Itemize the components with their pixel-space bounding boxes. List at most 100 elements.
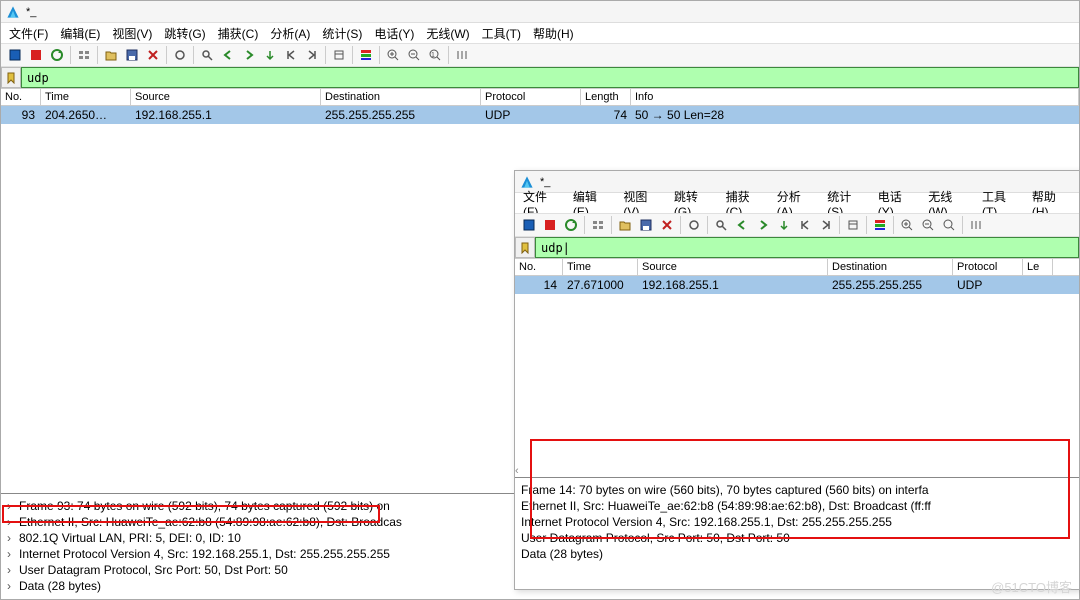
col-info[interactable]: Info	[631, 89, 1079, 105]
bookmark-icon[interactable]	[1, 67, 21, 88]
toolbar-zoom-in-icon[interactable]	[383, 45, 403, 65]
toolbar-stop-icon[interactable]	[26, 45, 46, 65]
toolbar-auto-scroll-icon[interactable]	[329, 45, 349, 65]
detail-data[interactable]: Data (28 bytes)	[19, 579, 101, 593]
toolbar-close-icon[interactable]	[657, 215, 677, 235]
menu-stats[interactable]: 统计(S)	[322, 25, 362, 42]
detail-udp[interactable]: User Datagram Protocol, Src Port: 50, Ds…	[19, 563, 288, 577]
col-time[interactable]: Time	[41, 89, 131, 105]
toolbar-start-icon[interactable]	[519, 215, 539, 235]
toolbar-restart-icon[interactable]	[47, 45, 67, 65]
menubar: 文件(F) 编辑(E) 视图(V) 跳转(G) 捕获(C) 分析(A) 统计(S…	[1, 23, 1079, 43]
menu-goto[interactable]: 跳转(G)	[164, 25, 205, 42]
toolbar-options-icon[interactable]	[588, 215, 608, 235]
col-dest[interactable]: Destination	[828, 259, 953, 275]
toolbar-save-icon[interactable]	[636, 215, 656, 235]
toolbar-auto-scroll-icon[interactable]	[843, 215, 863, 235]
detail-vlan[interactable]: 802.1Q Virtual LAN, PRI: 5, DEI: 0, ID: …	[19, 531, 241, 545]
toolbar-options-icon[interactable]	[74, 45, 94, 65]
menu-help[interactable]: 帮助(H)	[533, 25, 574, 42]
detail-eth[interactable]: Ethernet II, Src: HuaweiTe_ae:62:b8 (54:…	[19, 515, 402, 529]
menu-tools[interactable]: 工具(T)	[482, 25, 521, 42]
toolbar-colorize-icon[interactable]	[356, 45, 376, 65]
toolbar-resize-cols-icon[interactable]	[966, 215, 986, 235]
toolbar-colorize-icon[interactable]	[870, 215, 890, 235]
menu-analyze[interactable]: 分析(A)	[270, 25, 310, 42]
detail-frame[interactable]: Frame 93: 74 bytes on wire (592 bits), 7…	[19, 499, 390, 513]
toolbar-jump-icon[interactable]	[774, 215, 794, 235]
toolbar-open-icon[interactable]	[101, 45, 121, 65]
cell-dest: 255.255.255.255	[321, 106, 481, 124]
col-dest[interactable]: Destination	[321, 89, 481, 105]
titlebar[interactable]: *_	[1, 1, 1079, 23]
col-time[interactable]: Time	[563, 259, 638, 275]
menu-wireless[interactable]: 无线(W)	[426, 25, 469, 42]
menu-telephony[interactable]: 电话(Y)	[374, 25, 414, 42]
menu-file[interactable]: 文件(F)	[9, 25, 48, 42]
expand-icon[interactable]: ›	[7, 546, 19, 562]
expand-icon[interactable]: ›	[7, 562, 19, 578]
toolbar-back-icon[interactable]	[218, 45, 238, 65]
display-filter-input[interactable]	[535, 237, 1079, 258]
bookmark-icon[interactable]	[515, 237, 535, 258]
col-proto[interactable]: Protocol	[953, 259, 1023, 275]
toolbar-forward-icon[interactable]	[239, 45, 259, 65]
toolbar-back-icon[interactable]	[732, 215, 752, 235]
toolbar-resize-cols-icon[interactable]	[452, 45, 472, 65]
toolbar-close-icon[interactable]	[143, 45, 163, 65]
packet-details[interactable]: Frame 14: 70 bytes on wire (560 bits), 7…	[515, 477, 1079, 589]
toolbar-goto-last-icon[interactable]	[816, 215, 836, 235]
detail-ip[interactable]: Internet Protocol Version 4, Src: 192.16…	[19, 547, 390, 561]
toolbar	[515, 213, 1079, 237]
detail-data[interactable]: Data (28 bytes)	[521, 547, 603, 561]
detail-udp[interactable]: User Datagram Protocol, Src Port: 50, Ds…	[521, 531, 790, 545]
toolbar-forward-icon[interactable]	[753, 215, 773, 235]
toolbar-goto-first-icon[interactable]	[795, 215, 815, 235]
menu-view[interactable]: 视图(V)	[112, 25, 152, 42]
toolbar-reload-icon[interactable]	[684, 215, 704, 235]
menu-capture[interactable]: 捕获(C)	[218, 25, 259, 42]
col-proto[interactable]: Protocol	[481, 89, 581, 105]
cell-no: 14	[515, 276, 563, 294]
toolbar-zoom-out-icon[interactable]	[404, 45, 424, 65]
col-no[interactable]: No.	[515, 259, 563, 275]
packet-header: No. Time Source Destination Protocol Len…	[1, 89, 1079, 106]
expand-icon[interactable]: ›	[7, 530, 19, 546]
menu-edit[interactable]: 编辑(E)	[60, 25, 100, 42]
detail-frame[interactable]: Frame 14: 70 bytes on wire (560 bits), 7…	[521, 483, 929, 497]
toolbar-reload-icon[interactable]	[170, 45, 190, 65]
col-no[interactable]: No.	[1, 89, 41, 105]
toolbar-start-icon[interactable]	[5, 45, 25, 65]
col-len[interactable]: Le	[1023, 259, 1053, 275]
toolbar-goto-first-icon[interactable]	[281, 45, 301, 65]
filter-bar	[1, 67, 1079, 89]
col-source[interactable]: Source	[638, 259, 828, 275]
expand-icon[interactable]: ›	[7, 498, 19, 514]
cell-info: 50 → 50 Len=28	[631, 106, 1079, 124]
toolbar-stop-icon[interactable]	[540, 215, 560, 235]
toolbar-restart-icon[interactable]	[561, 215, 581, 235]
toolbar-jump-icon[interactable]	[260, 45, 280, 65]
toolbar-zoom-reset-icon[interactable]: 1	[425, 45, 445, 65]
detail-ip[interactable]: Internet Protocol Version 4, Src: 192.16…	[521, 515, 892, 529]
expand-icon[interactable]: ›	[7, 514, 19, 530]
cell-proto: UDP	[481, 106, 581, 124]
toolbar-goto-last-icon[interactable]	[302, 45, 322, 65]
toolbar-open-icon[interactable]	[615, 215, 635, 235]
detail-eth[interactable]: Ethernet II, Src: HuaweiTe_ae:62:b8 (54:…	[521, 499, 931, 513]
col-source[interactable]: Source	[131, 89, 321, 105]
toolbar-zoom-in-icon[interactable]	[897, 215, 917, 235]
toolbar-save-icon[interactable]	[122, 45, 142, 65]
packet-row[interactable]: 14 27.671000 192.168.255.1 255.255.255.2…	[515, 276, 1079, 294]
toolbar-find-icon[interactable]	[711, 215, 731, 235]
display-filter-input[interactable]	[21, 67, 1079, 88]
toolbar-find-icon[interactable]	[197, 45, 217, 65]
col-len[interactable]: Length	[581, 89, 631, 105]
cell-proto: UDP	[953, 276, 1023, 294]
toolbar: 1	[1, 43, 1079, 67]
packet-row[interactable]: 93 204.2650… 192.168.255.1 255.255.255.2…	[1, 106, 1079, 124]
toolbar-zoom-reset-icon[interactable]	[939, 215, 959, 235]
splitter-handle[interactable]: ‹	[515, 465, 519, 477]
expand-icon[interactable]: ›	[7, 578, 19, 594]
toolbar-zoom-out-icon[interactable]	[918, 215, 938, 235]
